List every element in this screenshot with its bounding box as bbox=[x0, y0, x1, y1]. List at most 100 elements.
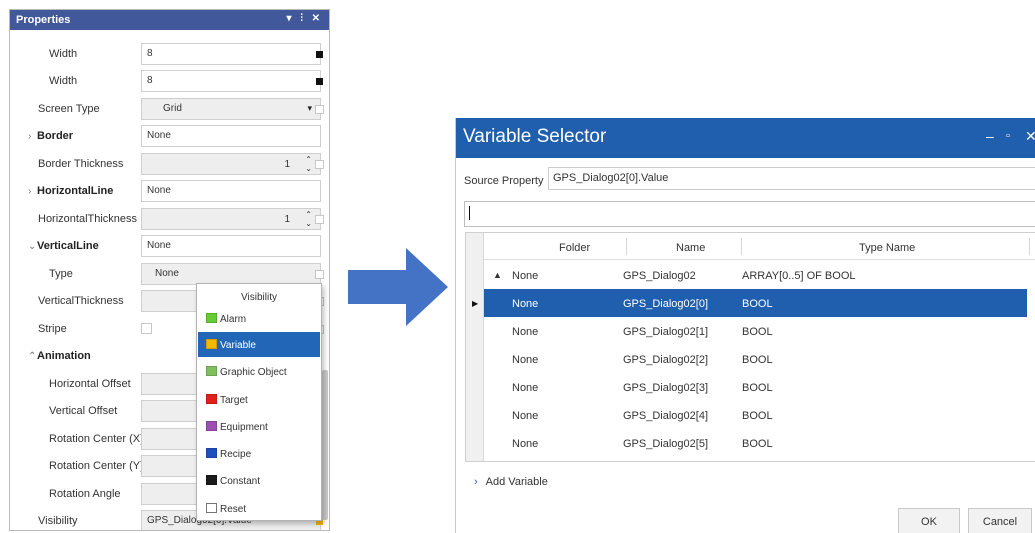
visibility-item-alarm[interactable]: Alarm bbox=[198, 306, 320, 331]
visibility-item-target[interactable]: Target bbox=[198, 387, 320, 412]
vertical-line-input[interactable]: None bbox=[141, 235, 321, 257]
scrollbar[interactable] bbox=[322, 370, 328, 520]
cancel-button[interactable]: Cancel bbox=[968, 508, 1032, 533]
prop-row-width-2[interactable]: Width 8 bbox=[10, 67, 329, 94]
cell-type: BOOL bbox=[742, 298, 773, 310]
column-header-type-name[interactable]: Type Name bbox=[859, 242, 915, 254]
table-row-selected[interactable]: None GPS_Dialog02[0] BOOL bbox=[484, 289, 1027, 317]
spinner-icon[interactable]: ⌃ ⌄ bbox=[305, 210, 312, 228]
ok-button[interactable]: OK bbox=[898, 508, 960, 533]
chevron-right-icon[interactable]: › bbox=[28, 186, 37, 197]
search-input[interactable] bbox=[464, 201, 1035, 227]
text-cursor bbox=[469, 206, 470, 220]
type-dropdown[interactable]: None bbox=[141, 263, 321, 285]
cell-type: ARRAY[0..5] OF BOOL bbox=[742, 270, 856, 282]
chevron-down-icon[interactable]: ▾ bbox=[307, 103, 312, 114]
table-row[interactable]: None GPS_Dialog02[3] BOOL bbox=[484, 373, 1027, 401]
grid-header: Folder Name Type Name bbox=[484, 233, 1035, 260]
cell-name: GPS_Dialog02[1] bbox=[623, 326, 708, 338]
table-row[interactable]: None GPS_Dialog02[2] BOOL bbox=[484, 345, 1027, 373]
cell-folder: None bbox=[512, 326, 539, 338]
spinner-icon[interactable]: ⌃ ⌄ bbox=[305, 155, 312, 173]
equipment-color-icon bbox=[206, 421, 217, 431]
cell-name: GPS_Dialog02[3] bbox=[623, 382, 708, 394]
column-header-name[interactable]: Name bbox=[676, 242, 705, 254]
border-thickness-input[interactable]: 1 ⌃ ⌄ bbox=[141, 153, 321, 175]
cell-folder: None bbox=[512, 410, 539, 422]
prop-checkbox[interactable] bbox=[315, 160, 324, 169]
prop-label: HorizontalThickness bbox=[38, 213, 138, 225]
cell-folder: None bbox=[512, 354, 539, 366]
properties-title: Properties bbox=[16, 14, 71, 26]
prop-checkbox[interactable] bbox=[315, 215, 324, 224]
maximize-icon[interactable]: ▫ bbox=[1006, 130, 1010, 142]
chevron-up-icon[interactable]: ⌃ bbox=[28, 351, 37, 362]
dialog-title: Variable Selector bbox=[463, 126, 607, 147]
table-row[interactable]: None GPS_Dialog02[4] BOOL bbox=[484, 401, 1027, 429]
column-divider[interactable] bbox=[741, 238, 742, 255]
column-header-folder[interactable]: Folder bbox=[559, 242, 590, 254]
recipe-color-icon bbox=[206, 448, 217, 458]
prop-label: Screen Type bbox=[38, 103, 100, 115]
item-label: Target bbox=[220, 395, 248, 406]
visibility-item-equipment[interactable]: Equipment bbox=[198, 414, 320, 439]
visibility-item-graphic-object[interactable]: Graphic Object bbox=[198, 359, 320, 384]
item-label: Graphic Object bbox=[220, 367, 287, 378]
prop-width-input[interactable]: 8 bbox=[141, 70, 321, 92]
minimize-icon[interactable]: – bbox=[986, 128, 994, 144]
visibility-item-constant[interactable]: Constant bbox=[198, 468, 320, 493]
item-label: Variable bbox=[220, 340, 256, 351]
popup-header: Visibility bbox=[241, 292, 277, 303]
prop-row-vertical-line[interactable]: ⌄VerticalLine None bbox=[10, 232, 329, 259]
column-divider[interactable] bbox=[1029, 238, 1030, 255]
chevron-down-icon[interactable]: ⌄ bbox=[28, 241, 37, 252]
collapse-icon[interactable]: ▲ bbox=[493, 270, 502, 280]
prop-checkbox[interactable] bbox=[315, 105, 324, 114]
prop-row-screen-type[interactable]: Screen Type Grid ▾ bbox=[10, 95, 329, 122]
dropdown-value: Grid bbox=[163, 103, 182, 114]
color-swatch[interactable] bbox=[316, 51, 323, 58]
source-property-input[interactable]: GPS_Dialog02[0].Value bbox=[548, 167, 1035, 190]
table-row[interactable]: ▲ None GPS_Dialog02 ARRAY[0..5] OF BOOL bbox=[484, 261, 1027, 289]
prop-row-border-thickness[interactable]: Border Thickness 1 ⌃ ⌄ bbox=[10, 150, 329, 177]
prop-row-width[interactable]: Width 8 bbox=[10, 40, 329, 67]
properties-title-bar: Properties ▾ ⫶ ✕ bbox=[10, 10, 329, 30]
stripe-checkbox[interactable] bbox=[141, 323, 152, 334]
prop-label: Visibility bbox=[38, 515, 78, 527]
numeric-value: 1 bbox=[284, 214, 290, 225]
column-divider[interactable] bbox=[626, 238, 627, 255]
prop-row-horizontal-line[interactable]: › HorizontalLine None bbox=[10, 177, 329, 204]
cell-folder: None bbox=[512, 270, 539, 282]
visibility-item-recipe[interactable]: Recipe bbox=[198, 441, 320, 466]
cell-name: GPS_Dialog02[2] bbox=[623, 354, 708, 366]
table-row[interactable]: None GPS_Dialog02[5] BOOL bbox=[484, 429, 1027, 457]
prop-checkbox[interactable] bbox=[315, 270, 324, 279]
cell-type: BOOL bbox=[742, 354, 773, 366]
horizontal-line-input[interactable]: None bbox=[141, 180, 321, 202]
horizontal-thickness-input[interactable]: 1 ⌃ ⌄ bbox=[141, 208, 321, 230]
prop-row-horizontal-thickness[interactable]: HorizontalThickness 1 ⌃ ⌄ bbox=[10, 205, 329, 232]
arrow-right-icon bbox=[348, 248, 448, 326]
visibility-item-reset[interactable]: Reset bbox=[198, 496, 320, 521]
table-row[interactable]: None GPS_Dialog02[1] BOOL bbox=[484, 317, 1027, 345]
constant-color-icon bbox=[206, 475, 217, 485]
source-property-label: Source Property bbox=[464, 175, 544, 187]
prop-label: Rotation Angle bbox=[49, 488, 121, 500]
target-color-icon bbox=[206, 394, 217, 404]
panel-window-controls[interactable]: ▾ ⫶ ✕ bbox=[287, 13, 323, 24]
border-input[interactable]: None bbox=[141, 125, 321, 147]
chevron-right-icon[interactable]: › bbox=[28, 131, 37, 142]
prop-width-input[interactable]: 8 bbox=[141, 43, 321, 65]
screen-type-dropdown[interactable]: Grid ▾ bbox=[141, 98, 321, 120]
add-variable-link[interactable]: › Add Variable bbox=[474, 476, 548, 488]
add-variable-label: Add Variable bbox=[485, 476, 548, 488]
prop-row-border[interactable]: › Border None bbox=[10, 122, 329, 149]
close-icon[interactable]: ✕ bbox=[1025, 128, 1035, 145]
visibility-item-variable[interactable]: Variable bbox=[198, 332, 320, 357]
cell-type: BOOL bbox=[742, 326, 773, 338]
prop-label: Border bbox=[37, 130, 74, 142]
prop-label: VerticalLine bbox=[37, 240, 99, 252]
color-swatch[interactable] bbox=[316, 78, 323, 85]
reset-icon bbox=[206, 503, 217, 513]
prop-label: Width bbox=[49, 48, 78, 60]
